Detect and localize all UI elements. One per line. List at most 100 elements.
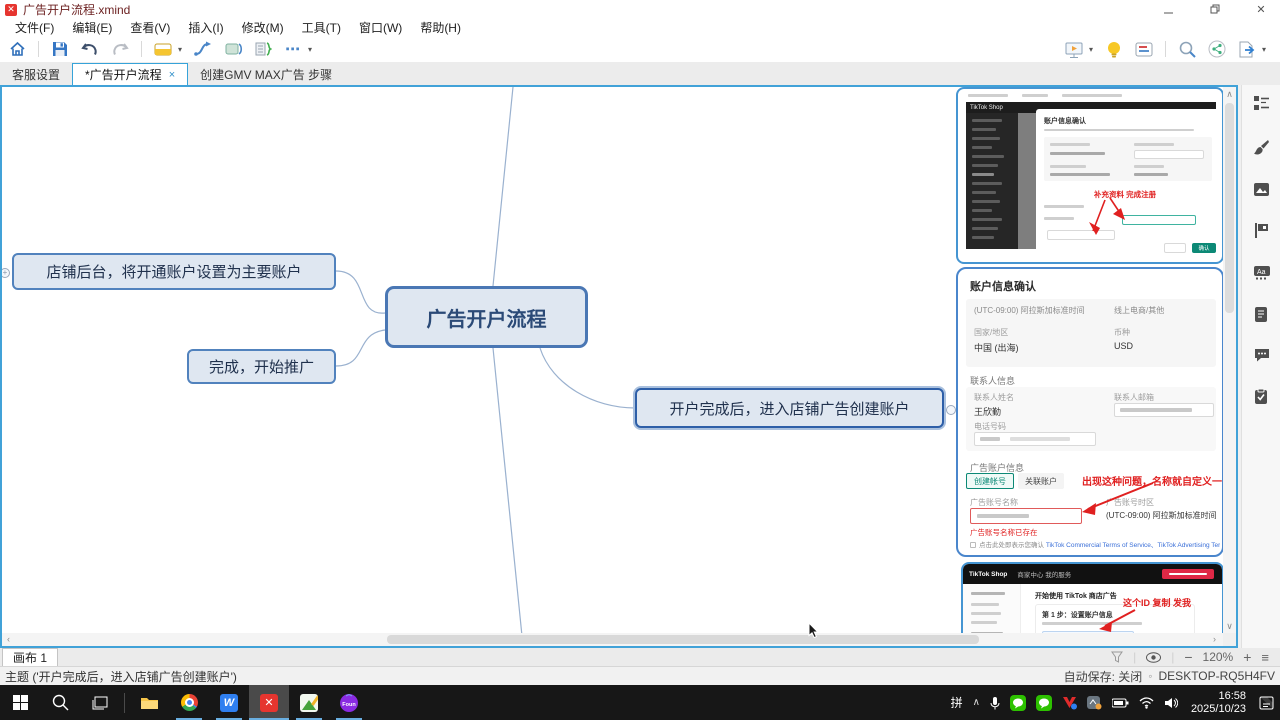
app-w-button[interactable]: W bbox=[209, 685, 249, 720]
notes-icon bbox=[1253, 306, 1269, 323]
zoom-fit-button[interactable]: ≡ bbox=[1261, 650, 1269, 665]
menu-help[interactable]: 帮助(H) bbox=[411, 19, 470, 36]
idea-button[interactable] bbox=[1102, 38, 1126, 60]
tab-guanggao-kaihu-active[interactable]: *广告开户流程 × bbox=[72, 63, 188, 85]
folder-icon bbox=[140, 695, 159, 710]
attached-image-account-confirm-modal[interactable]: TikTok Shop 账户信息确认 补充资料 完成 bbox=[956, 87, 1224, 264]
zoom-level[interactable]: 120% bbox=[1203, 650, 1234, 664]
label-aa-icon: Aa bbox=[1253, 264, 1271, 281]
toolbar-overflow-caret[interactable]: ▾ bbox=[308, 45, 318, 54]
wifi-tray-icon[interactable] bbox=[1139, 697, 1154, 709]
insert-image-button[interactable] bbox=[1253, 181, 1270, 198]
undo-button[interactable] bbox=[78, 38, 102, 60]
menu-edit[interactable]: 编辑(E) bbox=[63, 19, 121, 36]
taskbar-clock[interactable]: 16:58 2025/10/23 bbox=[1191, 690, 1246, 716]
horizontal-scroll-thumb[interactable] bbox=[387, 635, 979, 644]
tab-close-icon[interactable]: × bbox=[169, 69, 175, 81]
mindmap-canvas[interactable]: 店铺后台，将开通账户设置为主要账户 + 完成，开始推广 广告开户流程 开户完成后… bbox=[2, 87, 1236, 646]
search-button[interactable] bbox=[1175, 38, 1199, 60]
tab-label: 客服设置 bbox=[12, 66, 60, 83]
menu-modify[interactable]: 修改(M) bbox=[233, 19, 293, 36]
topic-open-account-done[interactable]: 开户完成后，进入店铺广告创建账户 bbox=[635, 388, 944, 428]
presentation-caret[interactable]: ▾ bbox=[1089, 45, 1099, 54]
menu-file[interactable]: 文件(F) bbox=[6, 19, 63, 36]
taskbar-separator bbox=[124, 693, 125, 713]
horizontal-scrollbar[interactable]: ‹ › bbox=[2, 633, 1223, 646]
image-editor-button[interactable] bbox=[289, 685, 329, 720]
export-caret[interactable]: ▾ bbox=[1262, 45, 1272, 54]
menu-bar: 文件(F) 编辑(E) 查看(V) 插入(I) 修改(M) 工具(T) 窗口(W… bbox=[0, 19, 1280, 36]
tab-kefu-shezhi[interactable]: 客服设置 bbox=[0, 63, 72, 85]
scroll-down-arrow[interactable]: ∨ bbox=[1223, 621, 1236, 632]
home-button[interactable] bbox=[5, 38, 29, 60]
menu-window[interactable]: 窗口(W) bbox=[350, 19, 411, 36]
close-button[interactable]: ✕ bbox=[1244, 0, 1278, 19]
scroll-up-arrow[interactable]: ∧ bbox=[1223, 89, 1236, 100]
attached-image-account-info-form[interactable]: 账户信息确认 (UTC-09:00) 阿拉斯加标准时间 线上电商/其他 国家/地… bbox=[956, 267, 1224, 557]
start-button[interactable] bbox=[0, 685, 40, 720]
export-icon bbox=[1238, 41, 1256, 58]
restore-button[interactable] bbox=[1198, 0, 1232, 19]
presentation-button[interactable] bbox=[1062, 38, 1086, 60]
comment-bubble-icon bbox=[1253, 347, 1271, 363]
microphone-tray-icon[interactable] bbox=[990, 696, 1000, 710]
ime-indicator[interactable]: 拼 bbox=[951, 694, 963, 711]
zoom-in-button[interactable]: + bbox=[1243, 649, 1251, 665]
relationship-button[interactable] bbox=[191, 38, 215, 60]
redo-button[interactable] bbox=[108, 38, 132, 60]
volume-tray-icon[interactable] bbox=[1164, 697, 1178, 709]
topic-finish-promote[interactable]: 完成，开始推广 bbox=[187, 349, 336, 384]
taskbar-search-button[interactable] bbox=[40, 685, 80, 720]
sheet-button[interactable] bbox=[151, 38, 175, 60]
sheet-dropdown-caret[interactable]: ▾ bbox=[178, 45, 188, 54]
export-button[interactable] bbox=[1235, 38, 1259, 60]
gray-app-tray-icon[interactable] bbox=[1087, 695, 1102, 710]
chrome-button[interactable] bbox=[169, 685, 209, 720]
more-tools-button[interactable]: ⋯ bbox=[281, 38, 305, 60]
vertical-scroll-thumb[interactable] bbox=[1225, 103, 1234, 313]
menu-insert[interactable]: 插入(I) bbox=[179, 19, 232, 36]
preview-eye-button[interactable] bbox=[1146, 652, 1161, 663]
central-topic[interactable]: 广告开户流程 bbox=[385, 286, 588, 348]
topic-shop-backend[interactable]: 店铺后台，将开通账户设置为主要账户 + bbox=[12, 253, 336, 290]
scroll-left-arrow[interactable]: ‹ bbox=[2, 634, 15, 644]
toolbar-separator bbox=[141, 41, 142, 57]
vertical-scrollbar[interactable]: ∧ ∨ bbox=[1223, 87, 1236, 634]
zoom-out-button[interactable]: − bbox=[1184, 649, 1192, 665]
sheet-tab-canvas1[interactable]: 画布 1 bbox=[2, 648, 58, 666]
menu-view[interactable]: 查看(V) bbox=[121, 19, 179, 36]
collapse-handle[interactable] bbox=[946, 405, 956, 415]
hidden-icons-chevron[interactable]: ∧ bbox=[973, 697, 980, 708]
xmind-taskbar-button[interactable]: ✕ bbox=[249, 685, 289, 720]
format-brush-button[interactable] bbox=[1253, 139, 1270, 156]
foun-app-button[interactable]: ⌒Foun bbox=[329, 685, 369, 720]
note-card-button[interactable] bbox=[1132, 38, 1156, 60]
wechat2-tray-icon[interactable] bbox=[1036, 695, 1052, 711]
tab-gmv-max[interactable]: 创建GMV MAX广告 步骤 bbox=[188, 63, 344, 85]
save-button[interactable] bbox=[48, 38, 72, 60]
note-card-icon bbox=[1135, 42, 1153, 57]
task-button[interactable] bbox=[1253, 388, 1270, 405]
minimize-button[interactable] bbox=[1152, 0, 1186, 19]
label-button[interactable]: Aa bbox=[1253, 264, 1270, 281]
outline-brace-button[interactable] bbox=[251, 38, 275, 60]
marker-flag-button[interactable] bbox=[1253, 222, 1270, 239]
notes-button[interactable] bbox=[1253, 306, 1270, 323]
menu-tools[interactable]: 工具(T) bbox=[293, 19, 350, 36]
taskbar: W ✕ ⌒Foun 拼 ∧ bbox=[0, 685, 1280, 720]
topic-text: 完成，开始推广 bbox=[209, 356, 314, 377]
file-explorer-button[interactable] bbox=[129, 685, 169, 720]
xmind-app-icon: ✕ bbox=[5, 4, 17, 16]
wechat-tray-icon[interactable] bbox=[1010, 695, 1026, 711]
scroll-right-arrow[interactable]: › bbox=[1208, 634, 1221, 644]
tab-label: 创建GMV MAX广告 步骤 bbox=[200, 66, 332, 83]
action-center-button[interactable] bbox=[1259, 696, 1274, 710]
task-view-button[interactable] bbox=[80, 685, 120, 720]
outline-structure-button[interactable] bbox=[1253, 95, 1270, 112]
filter-button[interactable] bbox=[1111, 651, 1123, 663]
share-button[interactable] bbox=[1205, 38, 1229, 60]
red-v-tray-icon[interactable] bbox=[1062, 695, 1077, 710]
battery-tray-icon[interactable] bbox=[1112, 698, 1129, 708]
comments-button[interactable] bbox=[1253, 347, 1270, 364]
summary-button[interactable] bbox=[221, 38, 245, 60]
